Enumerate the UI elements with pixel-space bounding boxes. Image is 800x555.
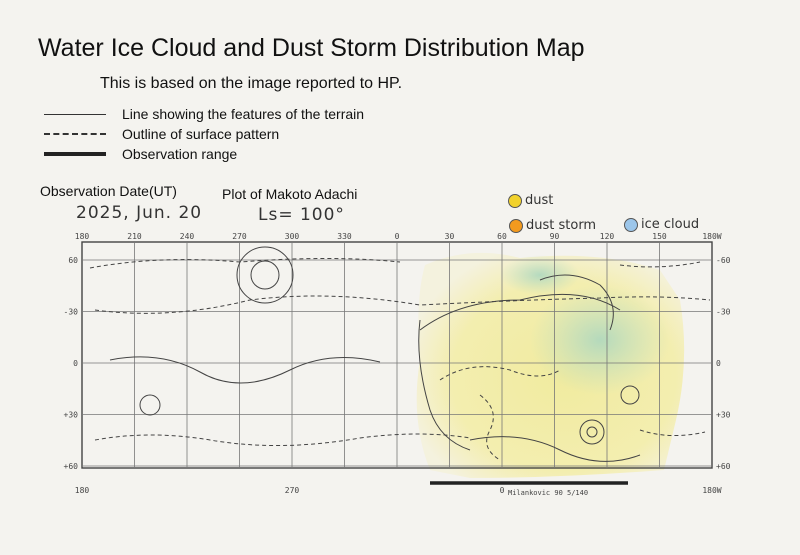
bottom-longitude-label: 270 <box>285 486 300 495</box>
top-longitude-label: 0 <box>395 232 400 241</box>
right-latitude-label: 0 <box>716 359 721 368</box>
top-longitude-label: 180W <box>702 232 721 241</box>
top-longitude-label: 150 <box>652 232 667 241</box>
bottom-longitude-label: 0 <box>500 486 505 495</box>
top-longitude-label: 90 <box>550 232 560 241</box>
top-longitude-label: 30 <box>445 232 455 241</box>
bottom-longitude-label: 180W <box>702 486 721 495</box>
left-latitude-label: 60 <box>68 256 78 265</box>
right-latitude-label: +60 <box>716 462 731 471</box>
top-longitude-label: 120 <box>600 232 615 241</box>
right-latitude-label: -60 <box>716 256 731 265</box>
right-latitude-label: -30 <box>716 308 731 317</box>
top-longitude-label: 240 <box>180 232 195 241</box>
top-longitude-label: 300 <box>285 232 300 241</box>
left-latitude-label: -30 <box>64 308 79 317</box>
top-longitude-label: 210 <box>127 232 142 241</box>
bottom-longitude-label: 180 <box>75 486 90 495</box>
left-latitude-label: 0 <box>73 359 78 368</box>
left-latitude-label: +30 <box>64 411 79 420</box>
top-longitude-label: 330 <box>337 232 352 241</box>
top-longitude-label: 60 <box>497 232 507 241</box>
left-latitude-label: +60 <box>64 462 79 471</box>
right-latitude-label: +30 <box>716 411 731 420</box>
bottom-annotation: Milankovic 90 5/140 <box>508 489 588 497</box>
mars-map: 180 210 240 270 300 330 0 30 60 90 120 150 180W 180 2… <box>64 232 731 497</box>
top-longitude-label: 270 <box>232 232 247 241</box>
top-longitude-label: 180 <box>75 232 90 241</box>
